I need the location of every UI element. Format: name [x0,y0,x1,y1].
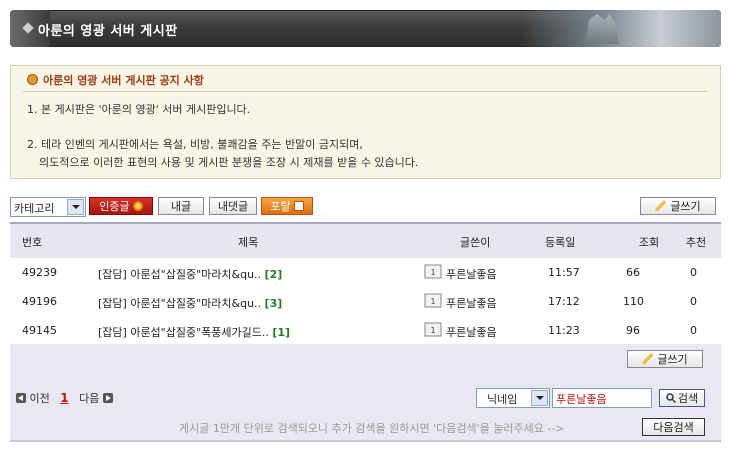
table-row[interactable]: 49239 [잡담] 아룬섭"삽질중"마라치&qu.. [2] 1 푸른날좋음 … [10,258,721,288]
post-number: 49145 [22,324,57,337]
header-date: 등록일 [545,236,576,249]
post-recommend: 0 [690,266,697,279]
header-no: 번호 [22,236,43,249]
notice-bullet-icon [27,74,38,85]
portal-button[interactable]: 포탈 [261,197,313,215]
post-views: 96 [626,324,640,337]
search-button[interactable]: 검색 [659,389,705,407]
user-level-icon: 1 [424,293,442,308]
svg-text:1: 1 [430,297,435,306]
post-author[interactable]: 푸른날좋음 [446,324,497,340]
header-subject: 제목 [238,236,259,249]
comment-count: [3] [264,297,283,310]
post-date: 11:57 [548,266,580,279]
svg-text:1: 1 [430,326,435,335]
user-level-icon: 1 [424,322,442,337]
prev-page-link[interactable]: 이전 [30,392,50,405]
next-search-button[interactable]: 다음검색 [642,418,705,436]
post-date: 17:12 [548,295,580,308]
my-comments-button[interactable]: 내댓글 [209,197,257,215]
board-title: 아룬의 영광 서버 게시판 [38,24,178,39]
search-type-value: 닉네임 [487,393,518,406]
table-row[interactable]: 49196 [잡담] 아룬섭"삽질중"마라치&qu.. [3] 1 푸른날좋음 … [10,287,721,317]
notice-line-3: 의도적으로 이러한 표현의 사용 및 게시판 분쟁을 조장 시 제재를 받을 수… [39,156,419,169]
write-button-bottom[interactable]: 글쓰기 [627,350,703,368]
table-row[interactable]: 49145 [잡담] 아룬섭"삽질중"폭풍세가길드.. [1] 1 푸른날좋음 … [10,316,721,346]
next-arrow-icon[interactable] [102,393,113,403]
user-level-icon: 1 [424,264,442,279]
post-date: 11:23 [548,324,580,337]
notice-line-2: 2. 테라 인벤의 게시판에서는 욕설, 비방, 불쾌감을 주는 반말이 금지되… [27,138,363,151]
chevron-down-icon[interactable] [67,199,84,215]
comment-count: [2] [264,268,283,281]
post-number: 49239 [22,266,57,279]
pencil-icon [642,353,654,364]
notice-title: 아룬의 영광 서버 게시판 공지 사항 [27,72,204,88]
current-page[interactable]: 1 [60,391,68,405]
post-recommend: 0 [690,324,697,337]
header-author: 글쓴이 [460,236,491,249]
medal-icon [132,201,143,211]
category-select[interactable]: 카테고리 [10,197,86,217]
search-hint-text: 게시글 1만개 단위로 검색되오니 추가 검색을 원하시면 '다음검색'을 눌러… [179,422,565,435]
post-subject-link[interactable]: [잡담] 아룬섭"삽질중"폭풍세가길드.. [1] [98,324,290,340]
category-select-value: 카테고리 [14,202,55,215]
post-recommend: 0 [690,295,697,308]
search-input[interactable]: 푸른날좋음 [552,388,652,408]
pencil-icon [655,200,667,211]
comment-count: [1] [272,326,291,339]
search-icon [666,393,676,404]
portal-window-icon [293,201,304,211]
notice-line-1: 1. 본 게시판은 '아룬의 영광' 서버 게시판입니다. [27,103,251,116]
search-type-select[interactable]: 닉네임 [476,388,550,408]
svg-text:1: 1 [430,268,435,277]
post-subject-link[interactable]: [잡담] 아룬섭"삽질중"마라치&qu.. [2] [98,266,282,282]
post-author[interactable]: 푸른날좋음 [446,295,497,311]
board-header-banner: 아룬의 영광 서버 게시판 [10,10,721,47]
header-recommend: 추천 [685,236,707,249]
certified-posts-button[interactable]: 인증글 [89,197,153,215]
prev-arrow-icon[interactable] [16,393,26,403]
chevron-down-icon[interactable] [531,390,548,406]
table-header: 번호 제목 글쓴이 등록일 조회 추천 [10,222,721,258]
post-views: 110 [623,295,644,308]
post-number: 49196 [22,295,57,308]
post-subject-link[interactable]: [잡담] 아룬섭"삽질중"마라치&qu.. [3] [98,295,282,311]
my-posts-button[interactable]: 내글 [158,197,204,215]
board-footer: 글쓰기 이전 1 다음 닉네임 푸른날좋음 검색 게시글 1만개 단위로 검색되… [10,344,721,442]
notice-divider [23,91,708,92]
next-page-link[interactable]: 다음 [79,392,99,405]
banner-castle-image [521,10,721,47]
header-views: 조회 [638,236,660,249]
post-author[interactable]: 푸른날좋음 [446,266,497,282]
search-input-value: 푸른날좋음 [556,393,607,406]
pagination: 이전 1 다음 [16,390,113,406]
post-views: 66 [626,266,640,279]
write-button-top[interactable]: 글쓰기 [640,197,716,215]
notice-box: 아룬의 영광 서버 게시판 공지 사항 1. 본 게시판은 '아룬의 영광' 서… [10,65,721,179]
